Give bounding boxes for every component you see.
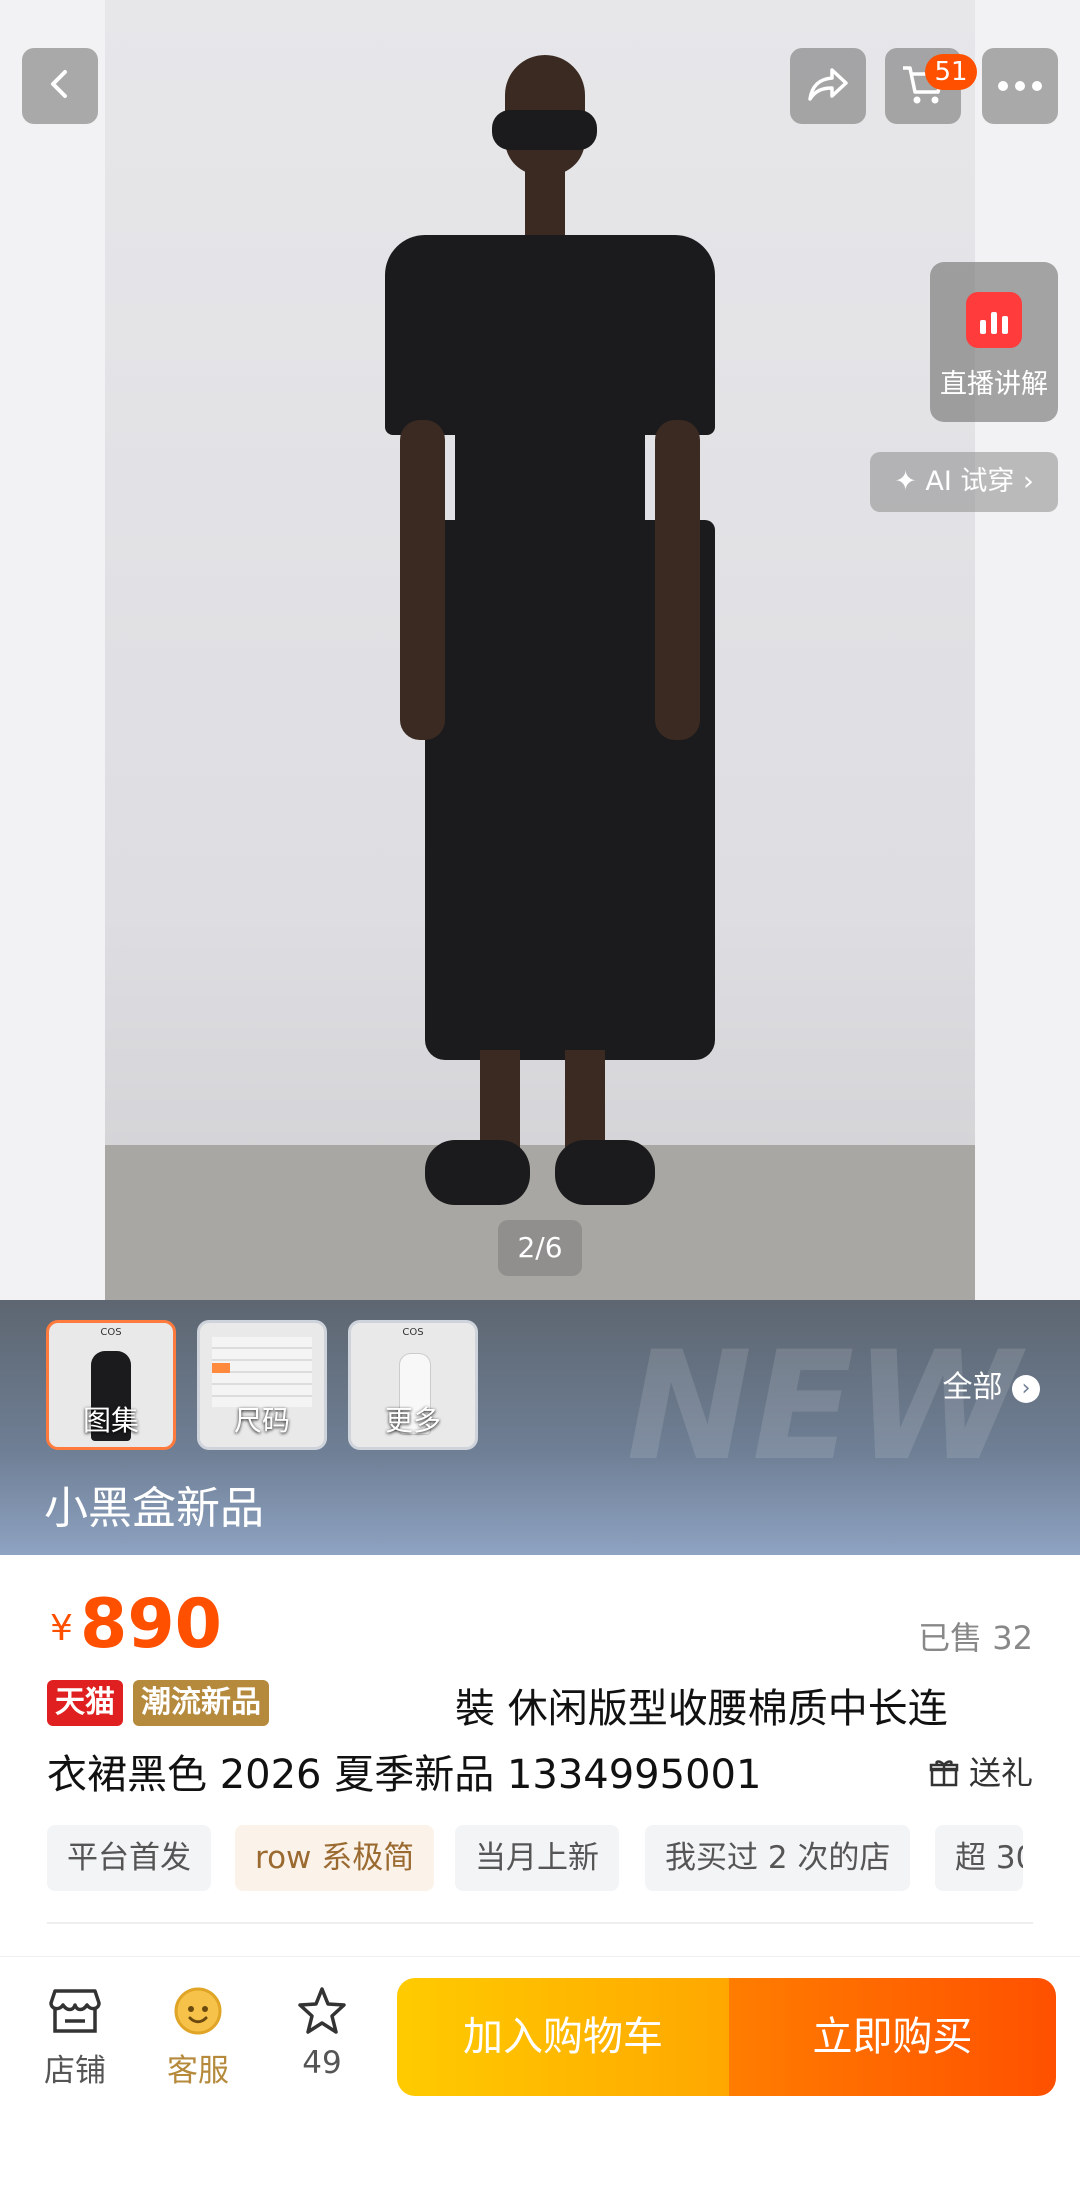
customer-service-label: 客服 bbox=[167, 2053, 229, 2089]
divider bbox=[47, 1922, 1033, 1924]
customer-service-button[interactable]: 客服 bbox=[148, 1985, 248, 2090]
buy-now-button[interactable]: 立即购买 bbox=[729, 1978, 1056, 2096]
tmall-tag: 天猫 bbox=[47, 1680, 123, 1726]
chevron-left-icon bbox=[42, 66, 78, 106]
brand-mark: COS bbox=[402, 1327, 424, 1338]
star-icon bbox=[294, 1987, 350, 2045]
cart-count-badge: 51 bbox=[925, 54, 977, 90]
brand-mark: COS bbox=[100, 1327, 122, 1338]
trend-new-tag: 潮流新品 bbox=[133, 1680, 269, 1726]
chip-bought-twice[interactable]: 我买过 2 次的店 bbox=[645, 1825, 911, 1891]
favorite-button[interactable]: 49 bbox=[272, 1985, 372, 2081]
thumb-label: 更多 bbox=[384, 1404, 441, 1437]
gift-icon bbox=[929, 1754, 969, 1792]
shop-button[interactable]: 店铺 bbox=[25, 1985, 125, 2090]
gift-button[interactable]: 送礼 bbox=[929, 1748, 1033, 1794]
favorite-count: 49 bbox=[302, 2045, 342, 2081]
shop-label: 店铺 bbox=[44, 2053, 106, 2089]
add-to-cart-button[interactable]: 加入购物车 bbox=[397, 1978, 729, 2096]
view-all-label: 全部 bbox=[942, 1370, 1003, 1405]
chip-platform-first[interactable]: 平台首发 bbox=[47, 1825, 211, 1891]
product-title-line2: 衣裙黑色 2026 夏季新品 1334995001 bbox=[47, 1752, 762, 1798]
view-all-link[interactable]: 全部 › bbox=[942, 1362, 1040, 1406]
thumb-more[interactable]: COS 更多 bbox=[348, 1320, 478, 1450]
more-dots-icon bbox=[997, 77, 1043, 96]
image-pager: 2/6 bbox=[498, 1220, 582, 1276]
currency-symbol: ¥ bbox=[50, 1608, 73, 1649]
gallery-strip: NEW COS 图集 尺码 COS 更多 全部 › 小黑盒新品 bbox=[0, 1300, 1080, 1555]
product-title-line1: 裝 休闲版型收腰棉质中长连 bbox=[455, 1686, 948, 1732]
live-icon bbox=[966, 292, 1022, 348]
back-button[interactable] bbox=[22, 48, 98, 124]
live-explain-button[interactable]: 直播讲解 bbox=[930, 262, 1058, 422]
share-button[interactable] bbox=[790, 48, 866, 124]
thumb-label: 图集 bbox=[82, 1404, 139, 1437]
chip-over-30[interactable]: 超 30 bbox=[935, 1825, 1023, 1891]
thumb-label: 尺码 bbox=[233, 1404, 290, 1437]
more-button[interactable] bbox=[982, 48, 1058, 124]
shop-icon bbox=[47, 1989, 103, 2045]
price: 890 bbox=[80, 1585, 222, 1664]
ai-try-on-button[interactable]: ✦ AI 试穿 › bbox=[870, 452, 1058, 512]
series-title: 小黑盒新品 bbox=[44, 1483, 264, 1534]
gift-label: 送礼 bbox=[968, 1754, 1033, 1792]
chip-new-this-month[interactable]: 当月上新 bbox=[455, 1825, 619, 1891]
product-image-carousel[interactable]: 51 直播讲解 ✦ AI 试穿 › 2/6 bbox=[0, 0, 1080, 1300]
customer-service-icon bbox=[170, 1987, 226, 2045]
thumb-gallery[interactable]: COS 图集 bbox=[46, 1320, 176, 1450]
share-icon bbox=[806, 64, 850, 108]
chip-row-minimal[interactable]: row 系极简 bbox=[235, 1825, 435, 1891]
thumb-size-chart[interactable]: 尺码 bbox=[197, 1320, 327, 1450]
sold-count: 已售 32 bbox=[918, 1619, 1033, 1657]
chevron-right-circle-icon: › bbox=[1012, 1374, 1040, 1403]
new-watermark: NEW bbox=[626, 1320, 1020, 1494]
live-label: 直播讲解 bbox=[940, 369, 1048, 400]
